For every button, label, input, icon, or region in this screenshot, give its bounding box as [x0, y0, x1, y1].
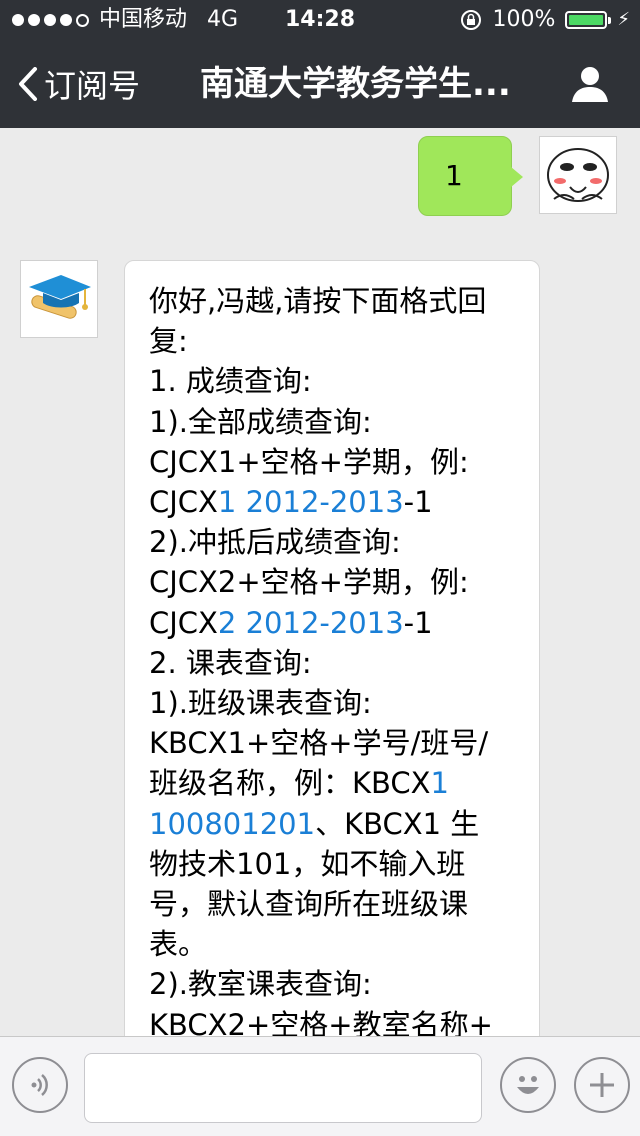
emoji-button[interactable]	[500, 1057, 556, 1113]
my-avatar[interactable]	[539, 136, 617, 214]
message-text-segment: 你好,冯越,请按下面格式回	[149, 284, 487, 318]
signal-strength-icon	[12, 13, 89, 27]
message-text-segment: 物技术101，如不输入班	[149, 846, 466, 881]
message-text-segment: 、KBCX1 生	[315, 806, 480, 841]
message-line: 号，默认查询所在班级课	[149, 884, 521, 924]
plus-icon	[590, 1073, 614, 1097]
message-text-segment: KBCX2+空格+教室名称+	[149, 1007, 493, 1036]
voice-icon	[31, 1074, 48, 1096]
graduation-cap-icon	[21, 261, 97, 337]
message-line: 你好,冯越,请按下面格式回	[149, 281, 521, 321]
message-text-segment: 复:	[149, 324, 188, 359]
input-bar	[0, 1036, 640, 1136]
message-line: CJCX1+空格+学期，例:	[149, 442, 521, 482]
message-text-segment: CJCX2+空格+学期，例:	[149, 565, 469, 600]
message-line: 2).冲抵后成绩查询:	[149, 522, 521, 562]
message-text-segment: 1).班级课表查询:	[149, 686, 372, 721]
message-line: 复:	[149, 321, 521, 361]
profile-icon[interactable]	[570, 64, 610, 104]
outgoing-message-bubble[interactable]: 1	[418, 136, 523, 216]
message-text-segment: 号，默认查询所在班级课	[149, 887, 469, 922]
message-text-segment: 2).教室课表查询:	[149, 967, 372, 1002]
official-account-avatar[interactable]	[20, 260, 98, 338]
message-text-segment: 2. 课表查询:	[149, 645, 312, 680]
message-link[interactable]: 100801201	[149, 807, 315, 841]
message-text-segment: 班级名称，例：KBCX	[149, 766, 431, 801]
message-text-segment: 1).全部成绩查询:	[149, 404, 372, 439]
page-title: 南通大学教务学生...	[200, 64, 511, 104]
carrier-label: 中国移动	[99, 7, 188, 32]
message-text-segment: 2).冲抵后成绩查询:	[149, 525, 401, 560]
battery-icon	[565, 11, 612, 29]
message-line: 1).班级课表查询:	[149, 683, 521, 723]
more-button[interactable]	[574, 1057, 630, 1113]
back-label: 订阅号	[44, 67, 141, 105]
nav-bar: 订阅号 南通大学教务学生...	[0, 40, 640, 128]
message-text-segment: -1	[403, 485, 433, 520]
message-line: 表。	[149, 924, 521, 964]
orientation-lock-icon	[461, 10, 482, 30]
message-text-segment: KBCX1+空格+学号/班号/	[149, 726, 489, 761]
cartoon-face-avatar-icon	[540, 137, 616, 213]
top-bar: 中国移动 4G 14:28 100% ⚡ 订阅号 南通大学教务学生...	[0, 0, 640, 128]
message-line: CJCX2 2012-2013-1	[149, 603, 521, 643]
smiley-icon	[517, 1076, 539, 1094]
incoming-message-text: 你好,冯越,请按下面格式回 复: 1. 成绩查询: 1).全部成绩查询: CJCX1+空…	[149, 281, 521, 1036]
message-line: 1. 成绩查询:	[149, 361, 521, 401]
charging-icon: ⚡	[617, 9, 630, 30]
message-line: 班级名称，例：KBCX1	[149, 763, 521, 803]
message-text-segment: -1	[403, 605, 433, 640]
message-line: 物技术101，如不输入班	[149, 844, 521, 884]
message-line: KBCX2+空格+教室名称+	[149, 1005, 521, 1036]
message-line: CJCX2+空格+学期，例:	[149, 562, 521, 602]
chat-area[interactable]: 1 你好,冯越,请按下面格式回 复: 1. 成绩查询: 1).全部成绩查询: CJCX1…	[0, 128, 640, 1036]
message-input[interactable]	[84, 1053, 482, 1123]
status-bar: 中国移动 4G 14:28 100% ⚡	[0, 0, 640, 40]
message-line: CJCX1 2012-2013-1	[149, 482, 521, 522]
message-text-segment: CJCX	[149, 485, 218, 520]
network-label: 4G	[207, 7, 239, 32]
battery-percent: 100%	[492, 7, 556, 32]
message-link[interactable]: 1	[431, 766, 449, 800]
message-line: KBCX1+空格+学号/班号/	[149, 723, 521, 763]
outgoing-message-text: 1	[445, 159, 463, 192]
message-link[interactable]: 2 2012-2013	[218, 606, 404, 640]
message-line: 2. 课表查询:	[149, 643, 521, 683]
chevron-left-icon	[19, 67, 37, 101]
message-line: 100801201、KBCX1 生	[149, 804, 521, 844]
message-text-segment: CJCX1+空格+学期，例:	[149, 444, 469, 479]
back-button[interactable]: 订阅号	[18, 40, 140, 128]
message-line: 2).教室课表查询:	[149, 964, 521, 1004]
message-link[interactable]: 1 2012-2013	[218, 485, 404, 519]
message-text-segment: 表。	[149, 927, 208, 962]
incoming-message-bubble[interactable]: 你好,冯越,请按下面格式回 复: 1. 成绩查询: 1).全部成绩查询: CJCX1+空…	[124, 260, 540, 1036]
voice-input-button[interactable]	[12, 1057, 68, 1113]
message-text-segment: 1. 成绩查询:	[149, 364, 312, 399]
message-text-segment: CJCX	[149, 605, 218, 640]
message-line: 1).全部成绩查询:	[149, 402, 521, 442]
